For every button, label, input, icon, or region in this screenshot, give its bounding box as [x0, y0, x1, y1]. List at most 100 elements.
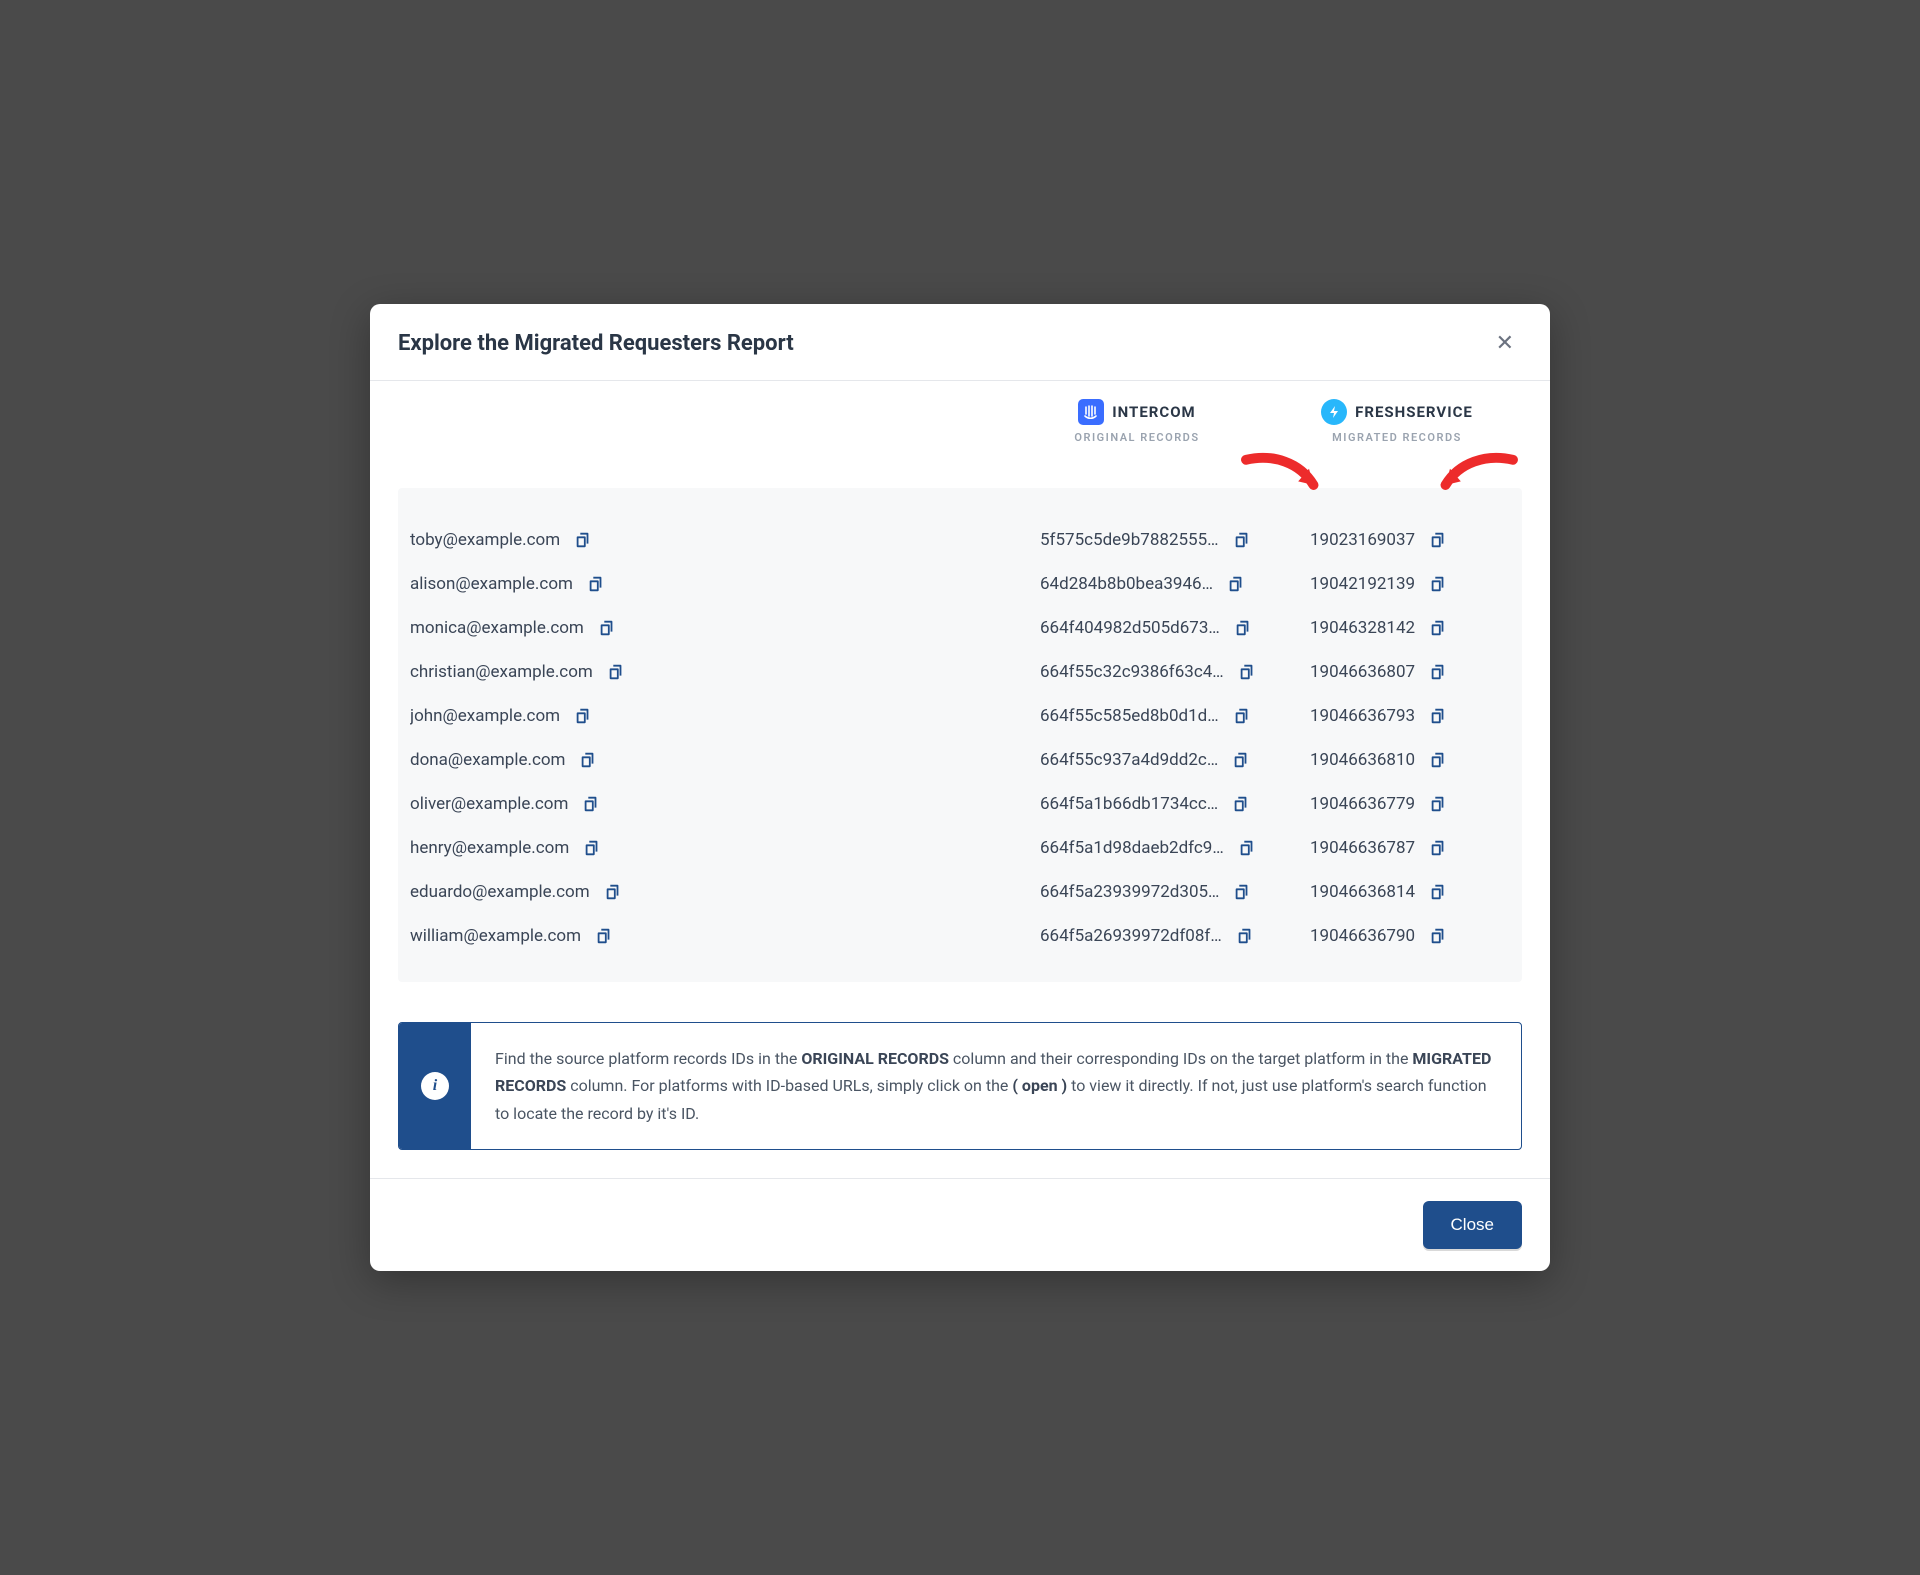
copy-icon[interactable]	[1232, 617, 1254, 639]
email-text: eduardo@example.com	[410, 882, 590, 902]
copy-icon[interactable]	[1427, 529, 1449, 551]
original-id-cell: 664f5a1b66db1734cc…	[1040, 793, 1310, 815]
original-id-cell: 664f55c585ed8b0d1d…	[1040, 705, 1310, 727]
arrow-annotation-icon	[1237, 446, 1327, 518]
email-text: henry@example.com	[410, 838, 569, 858]
migrated-id-text: 19042192139	[1310, 574, 1415, 594]
copy-icon[interactable]	[580, 793, 602, 815]
copy-icon[interactable]	[1427, 661, 1449, 683]
table-row: john@example.com664f55c585ed8b0d1d…19046…	[410, 694, 1510, 738]
migrated-id-text: 19046636810	[1310, 750, 1415, 770]
copy-icon[interactable]	[1427, 617, 1449, 639]
source-platform-column-header: INTERCOM ORIGINAL RECORDS	[1002, 399, 1272, 444]
copy-icon[interactable]	[1236, 837, 1258, 859]
original-id-cell: 664f5a23939972d305…	[1040, 881, 1310, 903]
email-cell: henry@example.com	[410, 837, 1040, 859]
table-row: william@example.com664f5a26939972df08f…1…	[410, 914, 1510, 958]
modal: Explore the Migrated Requesters Report ✕…	[370, 304, 1550, 1271]
intercom-logo-icon	[1078, 399, 1104, 425]
platform-headers: INTERCOM ORIGINAL RECORDS FRESHSERVICE M…	[398, 391, 1522, 458]
copy-icon[interactable]	[577, 749, 599, 771]
close-button[interactable]: Close	[1423, 1201, 1522, 1249]
info-box: i Find the source platform records IDs i…	[398, 1022, 1522, 1150]
table-row: toby@example.com 5f575c5de9b7882555… 19023…	[410, 518, 1510, 562]
original-id-cell: 664f55c937a4d9dd2c…	[1040, 749, 1310, 771]
copy-icon[interactable]	[1427, 573, 1449, 595]
copy-icon[interactable]	[593, 925, 615, 947]
email-text: john@example.com	[410, 706, 560, 726]
email-cell: william@example.com	[410, 925, 1040, 947]
copy-icon[interactable]	[1231, 705, 1253, 727]
copy-icon[interactable]	[1234, 925, 1256, 947]
copy-icon[interactable]	[585, 573, 607, 595]
copy-icon[interactable]	[1230, 793, 1252, 815]
copy-icon[interactable]	[596, 617, 618, 639]
migrated-id-cell: 19046636779	[1310, 793, 1510, 815]
copy-icon[interactable]	[602, 881, 624, 903]
close-icon[interactable]: ✕	[1488, 326, 1522, 360]
migrated-id-text: 19046636814	[1310, 882, 1415, 902]
source-platform-sublabel: ORIGINAL RECORDS	[1002, 431, 1272, 444]
copy-icon[interactable]	[1231, 529, 1253, 551]
freshservice-logo-icon	[1321, 399, 1347, 425]
copy-icon[interactable]	[1236, 661, 1258, 683]
copy-icon[interactable]	[1231, 881, 1253, 903]
email-cell: john@example.com	[410, 705, 1040, 727]
migrated-id-cell: 19042192139	[1310, 573, 1510, 595]
migrated-id-cell: 19046636807	[1310, 661, 1510, 683]
original-id-cell: 664f55c32c9386f63c4…	[1040, 661, 1310, 683]
original-id-text: 664f5a1b66db1734cc…	[1040, 794, 1218, 814]
info-icon: i	[421, 1072, 449, 1100]
copy-icon[interactable]	[581, 837, 603, 859]
migrated-id-text: 19046636779	[1310, 794, 1415, 814]
migrated-id-text: 19046636787	[1310, 838, 1415, 858]
original-id-text: 664f55c32c9386f63c4…	[1040, 662, 1224, 682]
original-id-cell: 664f404982d505d673…	[1040, 617, 1310, 639]
copy-icon[interactable]	[1427, 925, 1449, 947]
copy-icon[interactable]	[572, 705, 594, 727]
migrated-id-cell: 19046636814	[1310, 881, 1510, 903]
copy-icon[interactable]	[572, 529, 594, 551]
copy-icon[interactable]	[1427, 749, 1449, 771]
info-icon-area: i	[399, 1023, 471, 1149]
migrated-id-cell: 19046636810	[1310, 749, 1510, 771]
email-text: william@example.com	[410, 926, 581, 946]
copy-icon[interactable]	[1427, 705, 1449, 727]
email-text: christian@example.com	[410, 662, 593, 682]
email-cell: toby@example.com	[410, 529, 1040, 551]
copy-icon[interactable]	[1230, 749, 1252, 771]
copy-icon[interactable]	[1427, 837, 1449, 859]
copy-icon[interactable]	[1225, 573, 1247, 595]
original-id-text: 664f55c937a4d9dd2c…	[1040, 750, 1218, 770]
original-id-text: 64d284b8b0bea3946…	[1040, 574, 1213, 594]
copy-icon[interactable]	[605, 661, 627, 683]
email-cell: alison@example.com	[410, 573, 1040, 595]
modal-header: Explore the Migrated Requesters Report ✕	[370, 304, 1550, 381]
info-text: Find the source platform records IDs in …	[471, 1023, 1521, 1149]
email-text: alison@example.com	[410, 574, 573, 594]
source-platform-name: INTERCOM	[1112, 403, 1195, 421]
original-id-text: 664f5a23939972d305…	[1040, 882, 1219, 902]
records-table: toby@example.com 5f575c5de9b7882555… 19023…	[398, 488, 1522, 982]
migrated-id-text: 19023169037	[1310, 530, 1415, 550]
original-id-text: 664f5a26939972df08f…	[1040, 926, 1222, 946]
migrated-id-cell: 19046636787	[1310, 837, 1510, 859]
table-row: dona@example.com 664f55c937a4d9dd2c… 19046…	[410, 738, 1510, 782]
copy-icon[interactable]	[1427, 881, 1449, 903]
email-cell: monica@example.com	[410, 617, 1040, 639]
modal-footer: Close	[370, 1178, 1550, 1271]
copy-icon[interactable]	[1427, 793, 1449, 815]
original-id-text: 5f575c5de9b7882555…	[1040, 530, 1219, 550]
target-platform-sublabel: MIGRATED RECORDS	[1272, 431, 1522, 444]
migrated-id-text: 19046636807	[1310, 662, 1415, 682]
original-id-text: 664f55c585ed8b0d1d…	[1040, 706, 1219, 726]
original-id-cell: 664f5a1d98daeb2dfc9…	[1040, 837, 1310, 859]
original-id-cell: 64d284b8b0bea3946…	[1040, 573, 1310, 595]
migrated-id-cell: 19023169037	[1310, 529, 1510, 551]
email-cell: eduardo@example.com	[410, 881, 1040, 903]
email-text: toby@example.com	[410, 530, 560, 550]
email-text: dona@example.com	[410, 750, 565, 770]
target-platform-column-header: FRESHSERVICE MIGRATED RECORDS	[1272, 399, 1522, 444]
modal-body: INTERCOM ORIGINAL RECORDS FRESHSERVICE M…	[370, 381, 1550, 1178]
email-text: monica@example.com	[410, 618, 584, 638]
